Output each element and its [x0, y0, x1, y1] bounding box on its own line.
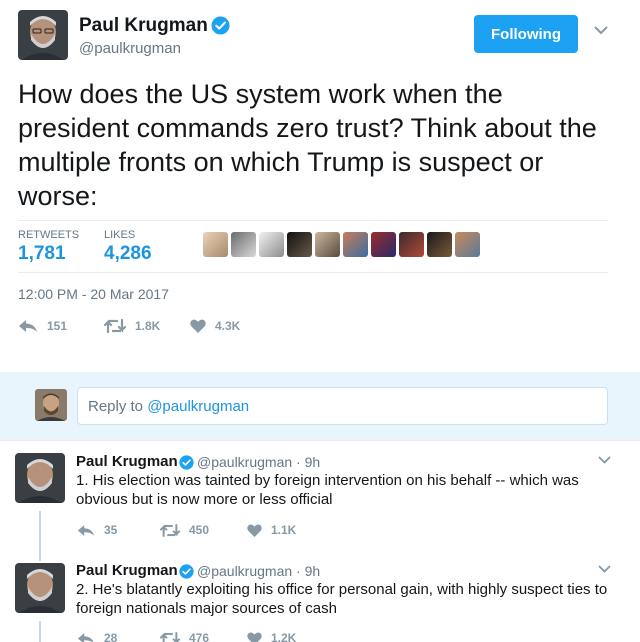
verified-badge-icon [179, 564, 194, 579]
author-name[interactable]: Paul Krugman [79, 15, 208, 37]
reply-arrow-icon [77, 632, 94, 642]
like-count: 1.2K [271, 631, 297, 642]
like-action[interactable]: 1.1K [247, 523, 296, 537]
like-count: 1.1K [271, 523, 297, 537]
reply-action[interactable]: 151 [18, 319, 67, 333]
like-action[interactable]: 4.3K [190, 319, 240, 333]
author-handle[interactable]: @paulkrugman [79, 40, 181, 57]
following-button[interactable]: Following [474, 15, 578, 53]
thread-connector [39, 555, 41, 561]
author-avatar[interactable] [18, 10, 68, 60]
liker-avatar[interactable] [455, 232, 480, 257]
tweet-author-name[interactable]: Paul Krugman [76, 453, 178, 470]
reply-arrow-icon [19, 320, 37, 332]
tweet-author-name[interactable]: Paul Krugman [76, 562, 178, 579]
thread-tweet[interactable]: Paul Krugman @paulkrugman · 9h 1. His el… [0, 441, 640, 555]
retweet-icon [160, 523, 180, 537]
retweets-label: RETWEETS [18, 229, 80, 241]
verified-badge-icon [211, 16, 230, 35]
author-avatar[interactable] [15, 453, 65, 503]
liker-avatar[interactable] [399, 232, 424, 257]
reply-input[interactable]: Reply to @paulkrugman [77, 387, 608, 425]
liker-avatar[interactable] [231, 232, 256, 257]
likes-label: LIKES [104, 229, 136, 241]
liker-avatar[interactable] [203, 232, 228, 257]
liker-avatars [203, 232, 480, 257]
main-tweet: Paul Krugman @paulkrugman Following How … [0, 0, 640, 372]
liker-avatar[interactable] [259, 232, 284, 257]
verified-badge-icon [179, 455, 194, 470]
chevron-down-icon[interactable] [594, 26, 608, 35]
heart-icon [247, 524, 262, 537]
reply-action[interactable]: 28 [77, 631, 117, 642]
retweet-icon [160, 631, 180, 642]
reply-mention: @paulkrugman [147, 398, 250, 415]
liker-avatar[interactable] [287, 232, 312, 257]
tweet-text: 1. His election was tainted by foreign i… [76, 472, 579, 508]
liker-avatar[interactable] [343, 232, 368, 257]
reply-count: 28 [104, 631, 118, 642]
thread-connector [39, 511, 41, 555]
divider [18, 220, 608, 221]
retweet-count: 476 [189, 631, 210, 642]
tweet-timestamp[interactable]: 12:00 PM - 20 Mar 2017 [18, 286, 169, 302]
like-count: 4.3K [215, 319, 241, 333]
retweet-icon [104, 319, 126, 333]
tweet-author-meta[interactable]: @paulkrugman · 9h [197, 454, 320, 470]
retweet-action[interactable]: 476 [160, 631, 209, 642]
retweet-count: 1.8K [135, 319, 161, 333]
chevron-down-icon[interactable] [598, 456, 611, 464]
like-action[interactable]: 1.2K [247, 631, 296, 642]
liker-avatar[interactable] [315, 232, 340, 257]
heart-icon [247, 632, 262, 642]
reply-count: 35 [104, 523, 118, 537]
liker-avatar[interactable] [371, 232, 396, 257]
thread-tweet[interactable]: Paul Krugman @paulkrugman · 9h 2. He's b… [0, 555, 640, 642]
current-user-avatar[interactable] [35, 389, 67, 421]
divider [18, 272, 608, 273]
heart-icon [190, 319, 206, 333]
likes-count[interactable]: 4,286 [104, 243, 152, 265]
tweet-text: 2. He's blatantly exploiting his office … [76, 581, 608, 617]
author-avatar[interactable] [15, 563, 65, 613]
chevron-down-icon[interactable] [598, 565, 611, 573]
retweet-action[interactable]: 450 [160, 523, 209, 537]
reply-action[interactable]: 35 [77, 523, 117, 537]
retweet-count: 450 [189, 523, 210, 537]
retweet-action[interactable]: 1.8K [104, 319, 160, 333]
liker-avatar[interactable] [427, 232, 452, 257]
thread-connector [39, 621, 41, 642]
reply-prefix: Reply to [88, 398, 148, 415]
reply-composer: Reply to @paulkrugman [0, 372, 640, 440]
retweets-count[interactable]: 1,781 [18, 243, 66, 265]
reply-count: 151 [47, 319, 68, 333]
reply-arrow-icon [77, 524, 95, 536]
tweet-author-meta[interactable]: @paulkrugman · 9h [197, 563, 320, 579]
tweet-text: How does the US system work when the pre… [18, 79, 597, 211]
